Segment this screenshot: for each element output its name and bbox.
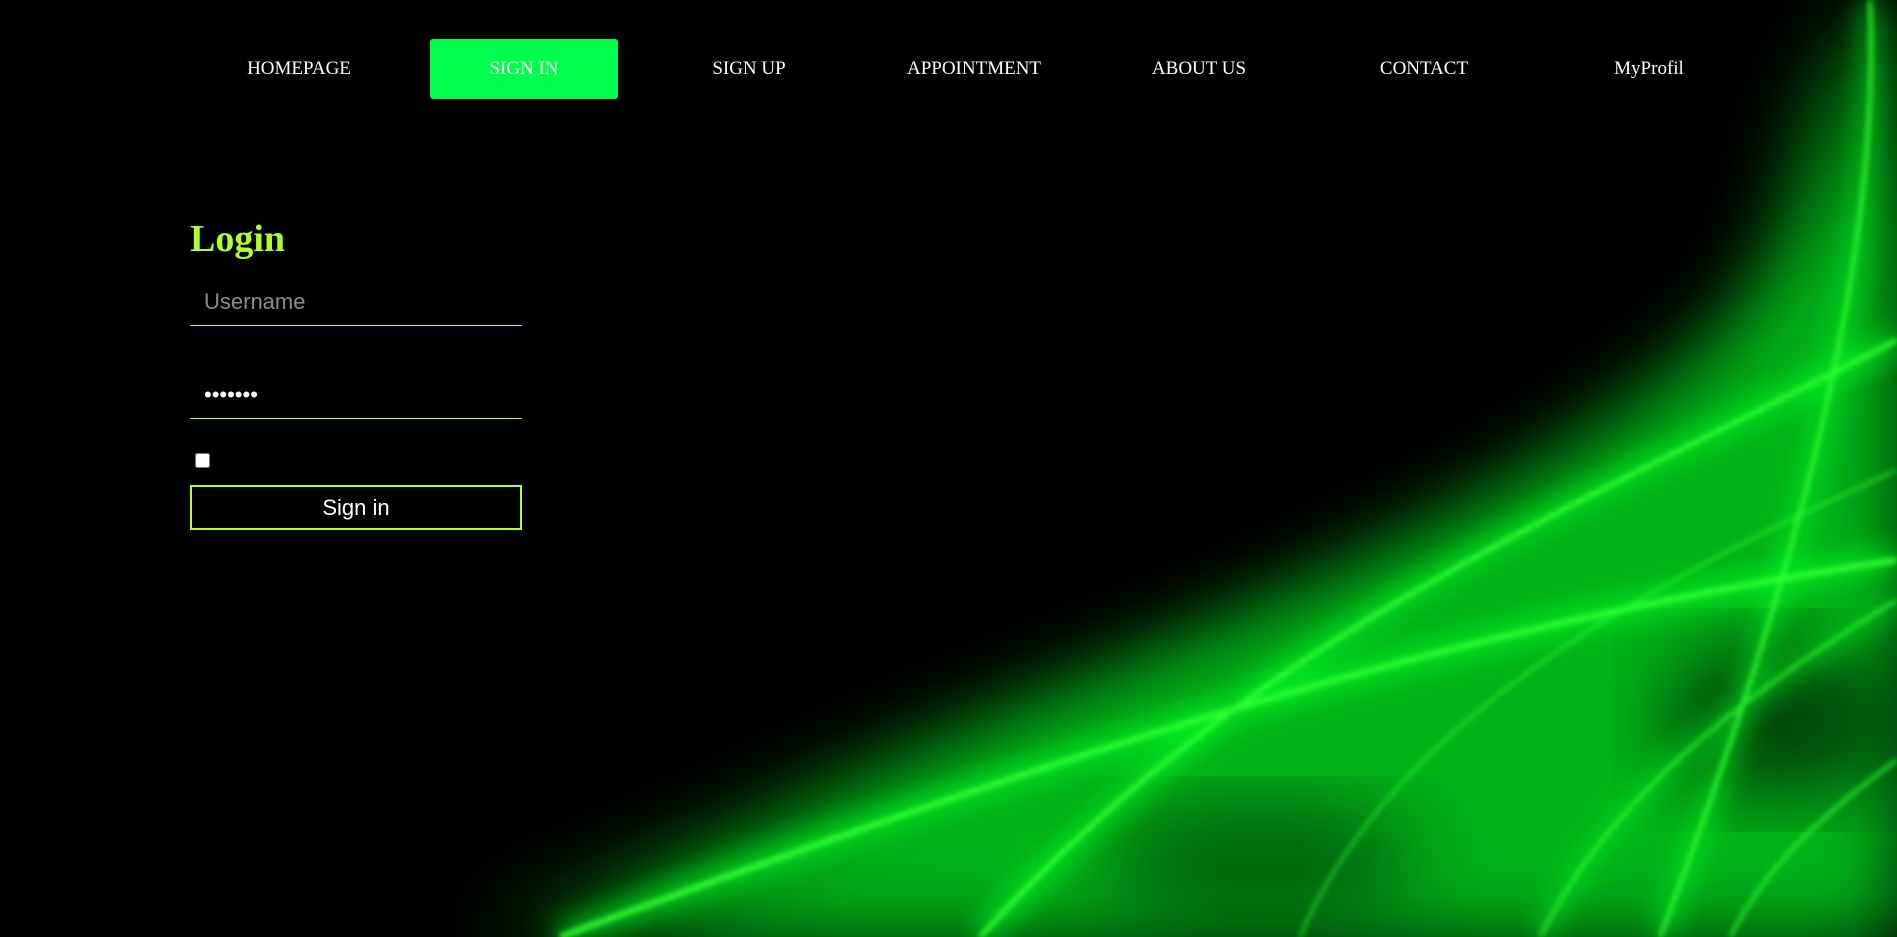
nav-appointment[interactable]: APPOINTMENT	[880, 39, 1068, 99]
login-title: Login	[190, 218, 286, 260]
nav-my-profil[interactable]: MyProfil	[1555, 39, 1743, 99]
page: HOMEPAGE SIGN IN SIGN UP APPOINTMENT ABO…	[0, 0, 1897, 937]
remember-row	[190, 453, 522, 473]
remember-checkbox[interactable]	[195, 453, 210, 468]
nav-contact[interactable]: CONTACT	[1330, 39, 1518, 99]
nav-about-us[interactable]: ABOUT US	[1105, 39, 1293, 99]
nav-sign-in[interactable]: SIGN IN	[430, 39, 618, 99]
username-input[interactable]	[190, 278, 522, 326]
password-input[interactable]	[190, 371, 522, 419]
login-form: Login Sign in	[190, 212, 522, 530]
sign-in-button[interactable]: Sign in	[190, 485, 522, 530]
nav-sign-up[interactable]: SIGN UP	[655, 39, 843, 99]
nav-homepage[interactable]: HOMEPAGE	[205, 39, 393, 99]
main-nav: HOMEPAGE SIGN IN SIGN UP APPOINTMENT ABO…	[0, 39, 1897, 99]
